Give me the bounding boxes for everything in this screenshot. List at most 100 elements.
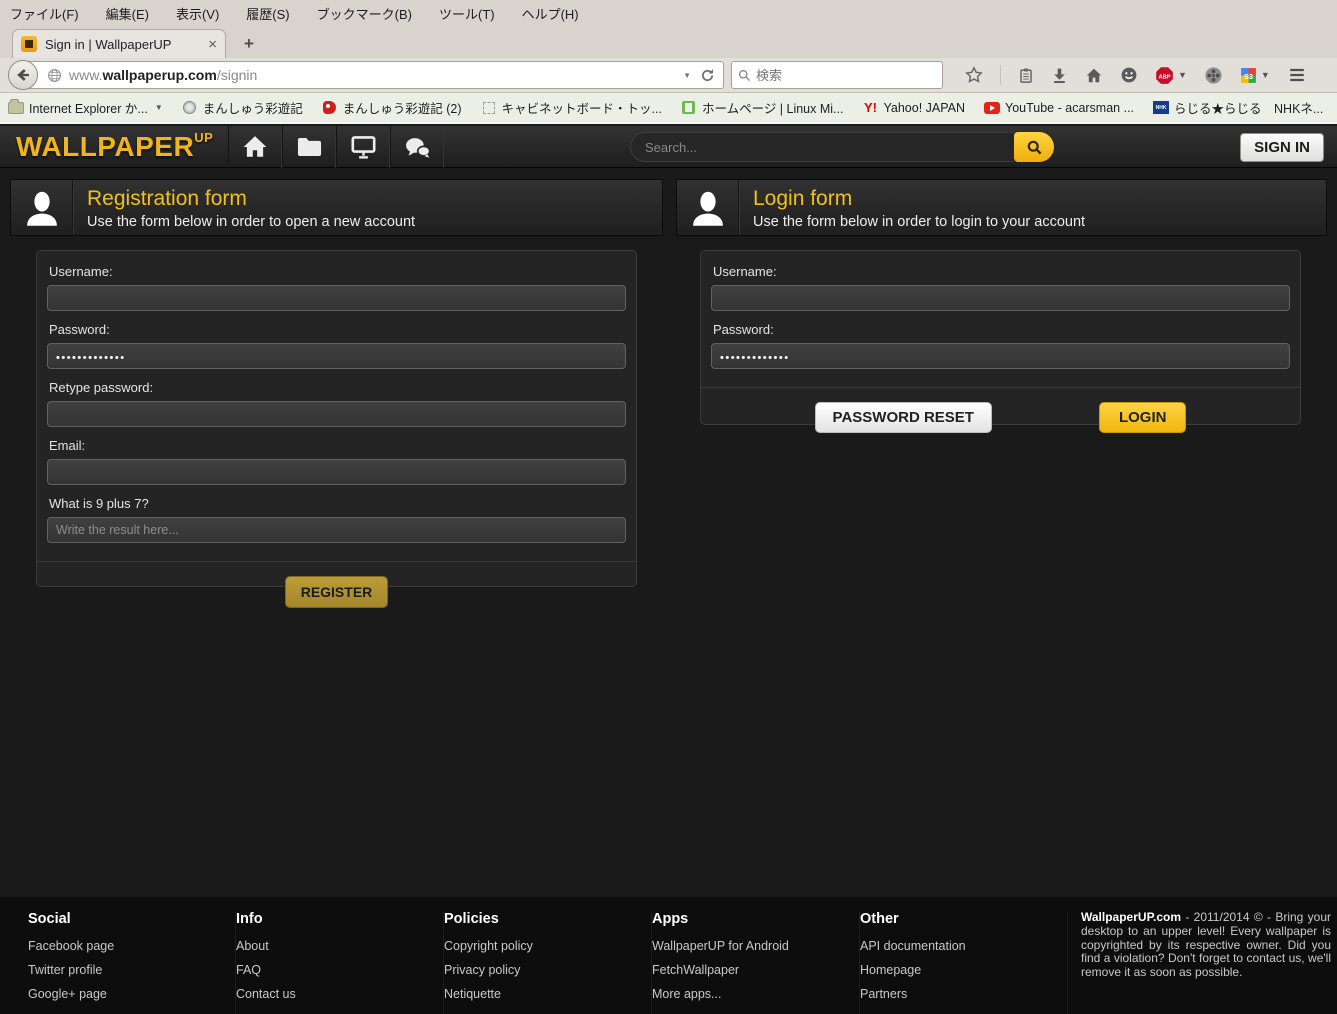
menu-file[interactable]: ファイル(F) bbox=[10, 4, 79, 23]
reg-retype-input[interactable] bbox=[47, 401, 626, 427]
bookmark-yahoo-japan[interactable]: Y! Yahoo! JAPAN bbox=[862, 100, 965, 116]
login-password-input[interactable] bbox=[711, 343, 1290, 369]
site-search-input[interactable] bbox=[630, 132, 1014, 162]
footer-link[interactable]: Copyright policy bbox=[444, 939, 635, 953]
bookmark-label: まんしゅう彩遊記 bbox=[203, 98, 303, 117]
login-header-text: Login form Use the form below in order t… bbox=[739, 180, 1085, 235]
toolbar-separator bbox=[1000, 65, 1001, 85]
menu-view[interactable]: 表示(V) bbox=[176, 4, 219, 23]
bookmarks-bar: Internet Explorer か... ▼ まんしゅう彩遊記 まんしゅう彩… bbox=[0, 93, 1337, 124]
url-bar[interactable]: www.wallpaperup.com/signin ▼ bbox=[24, 61, 724, 89]
nhk-icon: NHK bbox=[1153, 101, 1169, 114]
reg-captcha-label: What is 9 plus 7? bbox=[49, 496, 626, 511]
footer-link[interactable]: Homepage bbox=[860, 963, 1051, 977]
bookmark-cabinet-board[interactable]: キャビネットボード・トッ... bbox=[481, 98, 662, 117]
reg-captcha-input[interactable] bbox=[47, 517, 626, 543]
reg-username-label: Username: bbox=[49, 264, 626, 279]
menu-tools[interactable]: ツール(T) bbox=[439, 4, 495, 23]
bookmark-manshu[interactable]: まんしゅう彩遊記 bbox=[182, 98, 303, 117]
registration-header: Registration form Use the form below in … bbox=[10, 179, 663, 236]
bookmark-label: YouTube - acarsman ... bbox=[1005, 101, 1134, 115]
footer-link[interactable]: Google+ page bbox=[28, 987, 219, 1001]
footer-link[interactable]: WallpaperUP for Android bbox=[652, 939, 843, 953]
bookmark-youtube[interactable]: YouTube - acarsman ... bbox=[984, 100, 1134, 116]
footer-col-title: Social bbox=[28, 911, 219, 927]
footer-copyright-site: WallpaperUP.com bbox=[1081, 910, 1181, 924]
hamburger-menu-icon[interactable] bbox=[1287, 66, 1307, 84]
reg-password-input[interactable] bbox=[47, 343, 626, 369]
bookmark-nhk-rajiru[interactable]: NHK らじる★らじる NHKネ... bbox=[1153, 98, 1323, 117]
bookmark-label: らじる★らじる NHKネ... bbox=[1174, 98, 1323, 117]
chat-smiley-icon[interactable] bbox=[1120, 66, 1138, 84]
menu-help[interactable]: ヘルプ(H) bbox=[522, 4, 579, 23]
globe-icon bbox=[47, 68, 62, 83]
reg-email-input[interactable] bbox=[47, 459, 626, 485]
reg-button-row: REGISTER bbox=[37, 561, 636, 623]
bookmark-folder-ie[interactable]: Internet Explorer か... ▼ bbox=[8, 98, 163, 117]
login-username-input[interactable] bbox=[711, 285, 1290, 311]
footer-link[interactable]: API documentation bbox=[860, 939, 1051, 953]
footer-link[interactable]: FetchWallpaper bbox=[652, 963, 843, 977]
gray-site-icon bbox=[183, 101, 196, 114]
bookmark-linux-mint[interactable]: ホームページ | Linux Mi... bbox=[681, 98, 844, 117]
footer-col-title: Apps bbox=[652, 911, 843, 927]
browser-search-input[interactable] bbox=[756, 68, 936, 83]
site-footer: Social Facebook page Twitter profile Goo… bbox=[0, 897, 1337, 1014]
adblock-plus-icon[interactable]: ABP ▼ bbox=[1155, 66, 1187, 85]
menu-edit[interactable]: 編集(E) bbox=[106, 4, 149, 23]
tab-signin[interactable]: Sign in | WallpaperUP × bbox=[12, 29, 226, 58]
adblock-dropdown-icon[interactable]: ▼ bbox=[1178, 70, 1187, 80]
bookmark-label: ホームページ | Linux Mi... bbox=[702, 98, 844, 117]
menu-history[interactable]: 履歴(S) bbox=[246, 4, 289, 23]
footer-link[interactable]: Contact us bbox=[236, 987, 427, 1001]
footer-link[interactable]: More apps... bbox=[652, 987, 843, 1001]
reg-retype-label: Retype password: bbox=[49, 380, 626, 395]
bookmark-label: Internet Explorer か... bbox=[29, 98, 148, 117]
downloads-icon[interactable] bbox=[1051, 67, 1068, 84]
reg-username-input[interactable] bbox=[47, 285, 626, 311]
bookmarks-panel-icon[interactable] bbox=[1018, 67, 1034, 84]
green-site-icon bbox=[682, 101, 695, 114]
register-button[interactable]: REGISTER bbox=[285, 576, 389, 608]
browser-menubar: ファイル(F) 編集(E) 表示(V) 履歴(S) ブックマーク(B) ツール(… bbox=[0, 0, 1337, 26]
folder-icon bbox=[8, 102, 24, 114]
reload-icon[interactable] bbox=[700, 68, 723, 83]
url-history-dropdown-icon[interactable]: ▼ bbox=[674, 71, 700, 80]
footer-link[interactable]: About bbox=[236, 939, 427, 953]
tab-close-icon[interactable]: × bbox=[208, 36, 217, 53]
menu-bookmarks[interactable]: ブックマーク(B) bbox=[317, 4, 412, 23]
page-content: WALLPAPERUP SIGN IN bbox=[0, 126, 1337, 1014]
back-button[interactable] bbox=[8, 60, 38, 90]
footer-col-info: Info About FAQ Contact us bbox=[236, 911, 444, 1014]
nav-home[interactable] bbox=[228, 126, 282, 168]
site-search-button[interactable] bbox=[1014, 132, 1054, 162]
footer-link[interactable]: Twitter profile bbox=[28, 963, 219, 977]
login-username-label: Username: bbox=[713, 264, 1290, 279]
bookmark-manshu-2[interactable]: まんしゅう彩遊記 (2) bbox=[322, 98, 462, 117]
footer-link[interactable]: Netiquette bbox=[444, 987, 635, 1001]
password-reset-button[interactable]: PASSWORD RESET bbox=[815, 402, 992, 433]
s3-translator-icon[interactable]: S3 ▼ bbox=[1240, 67, 1270, 84]
wallpaperup-logo[interactable]: WALLPAPERUP bbox=[16, 130, 213, 163]
footer-col-social: Social Facebook page Twitter profile Goo… bbox=[28, 911, 236, 1014]
nav-wallpapers[interactable] bbox=[336, 126, 390, 168]
browser-search-box[interactable] bbox=[731, 61, 943, 89]
bookmark-star-icon[interactable] bbox=[965, 66, 983, 84]
s3-dropdown-icon[interactable]: ▼ bbox=[1261, 70, 1270, 80]
footer-col-other: Other API documentation Homepage Partner… bbox=[860, 911, 1068, 1014]
footer-link[interactable]: Facebook page bbox=[28, 939, 219, 953]
video-helper-reel-icon[interactable] bbox=[1204, 66, 1223, 85]
nav-categories[interactable] bbox=[282, 126, 336, 168]
nav-community[interactable] bbox=[390, 126, 444, 168]
footer-link[interactable]: Partners bbox=[860, 987, 1051, 1001]
reg-email-label: Email: bbox=[49, 438, 626, 453]
footer-link[interactable]: FAQ bbox=[236, 963, 427, 977]
footer-col-title: Policies bbox=[444, 911, 635, 927]
signin-button[interactable]: SIGN IN bbox=[1240, 133, 1324, 162]
home-icon[interactable] bbox=[1085, 67, 1103, 84]
new-tab-button[interactable]: + bbox=[236, 32, 262, 56]
footer-col-title: Info bbox=[236, 911, 427, 927]
footer-link[interactable]: Privacy policy bbox=[444, 963, 635, 977]
navigation-toolbar: www.wallpaperup.com/signin ▼ ABP ▼ bbox=[0, 58, 1337, 93]
login-button[interactable]: LOGIN bbox=[1099, 402, 1187, 433]
